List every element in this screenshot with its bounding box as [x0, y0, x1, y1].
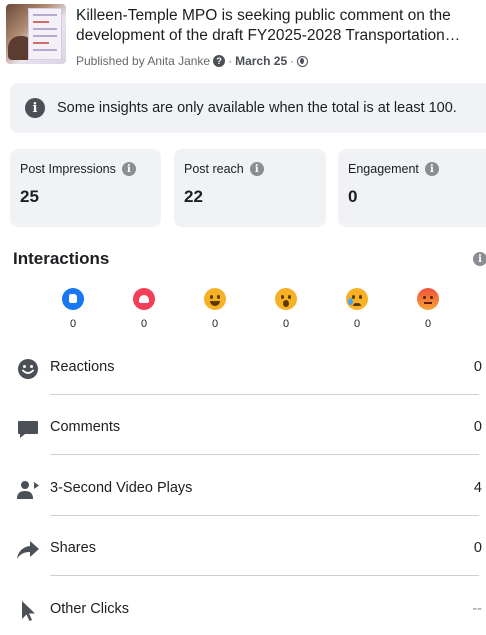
stat-label: Post reach: [184, 162, 244, 176]
metric-value: --: [472, 601, 482, 617]
reaction-count: 0: [211, 318, 219, 330]
stat-card-engagement: Engagement i 0: [338, 149, 486, 227]
published-by: Published by Anita Janke: [76, 54, 211, 68]
metric-label: Comments: [50, 419, 121, 435]
reaction-count: 0: [282, 318, 290, 330]
divider: [50, 394, 479, 395]
wow-icon: [275, 288, 297, 310]
share-icon: [17, 541, 39, 559]
post-date[interactable]: March 25: [235, 54, 287, 68]
notice-text: Some insights are only available when th…: [57, 100, 457, 116]
smiley-icon: [18, 359, 38, 379]
help-icon[interactable]: ?: [213, 55, 226, 67]
stat-value: 0: [348, 187, 358, 206]
stat-value: 25: [20, 187, 39, 206]
sad-icon: [346, 288, 368, 310]
thumbnail-document: [28, 8, 62, 60]
insights-notice: i Some insights are only available when …: [10, 83, 486, 133]
info-icon[interactable]: i: [121, 162, 136, 176]
reaction-count: 0: [424, 318, 432, 330]
reaction-love: 0: [129, 288, 159, 330]
metric-label: Shares: [50, 540, 96, 556]
stat-card-impressions: Post Impressions i 25: [10, 149, 161, 227]
globe-icon: [297, 55, 309, 67]
meta-separator: ·: [228, 54, 233, 68]
metric-row-reactions: Reactions 0: [0, 357, 486, 417]
reaction-like: 0: [58, 288, 88, 330]
comment-icon: [18, 421, 38, 438]
reaction-breakdown: 0 0 0 0 0 0: [0, 288, 486, 338]
metric-row-shares: Shares 0: [0, 538, 486, 598]
info-icon[interactable]: i: [424, 162, 439, 176]
post-header: Killeen-Temple MPO is seeking public com…: [6, 4, 486, 72]
metric-label: Reactions: [50, 359, 115, 375]
reaction-count: 0: [353, 318, 361, 330]
stat-value: 22: [184, 187, 203, 206]
meta-separator-2: ·: [290, 54, 295, 68]
video-plays-icon: [17, 481, 39, 499]
cursor-icon: [22, 601, 35, 621]
info-icon[interactable]: i: [473, 252, 486, 266]
interactions-title: Interactions: [13, 249, 110, 268]
angry-icon: [417, 288, 439, 310]
metric-label: 3-Second Video Plays: [50, 480, 193, 496]
metric-row-comments: Comments 0: [0, 417, 486, 477]
reaction-count: 0: [140, 318, 148, 330]
haha-icon: [204, 288, 226, 310]
stat-label: Engagement: [348, 162, 419, 176]
metric-row-other-clicks: Other Clicks --: [0, 599, 486, 635]
reaction-count: 0: [69, 318, 77, 330]
reaction-angry: 0: [413, 288, 443, 330]
reaction-wow: 0: [271, 288, 301, 330]
post-thumbnail[interactable]: [6, 4, 66, 64]
metric-value: 0: [473, 419, 482, 435]
info-icon: i: [25, 98, 45, 118]
divider: [50, 454, 479, 455]
metric-row-video-plays: 3-Second Video Plays 4: [0, 478, 486, 538]
like-icon: [62, 288, 84, 310]
metric-value: 0: [473, 540, 482, 556]
divider: [50, 515, 479, 516]
reaction-haha: 0: [200, 288, 230, 330]
post-meta: Published by Anita Janke ? · March 25 ·: [76, 54, 309, 68]
info-icon[interactable]: i: [249, 162, 264, 176]
metric-value: 0: [473, 359, 482, 375]
love-icon: [133, 288, 155, 310]
divider: [50, 575, 479, 576]
metric-value: 4: [473, 480, 482, 496]
reaction-sad: 0: [342, 288, 372, 330]
metric-label: Other Clicks: [50, 601, 129, 617]
stat-label: Post Impressions: [20, 162, 116, 176]
post-title[interactable]: Killeen-Temple MPO is seeking public com…: [76, 6, 484, 46]
stat-card-reach: Post reach i 22: [174, 149, 326, 227]
